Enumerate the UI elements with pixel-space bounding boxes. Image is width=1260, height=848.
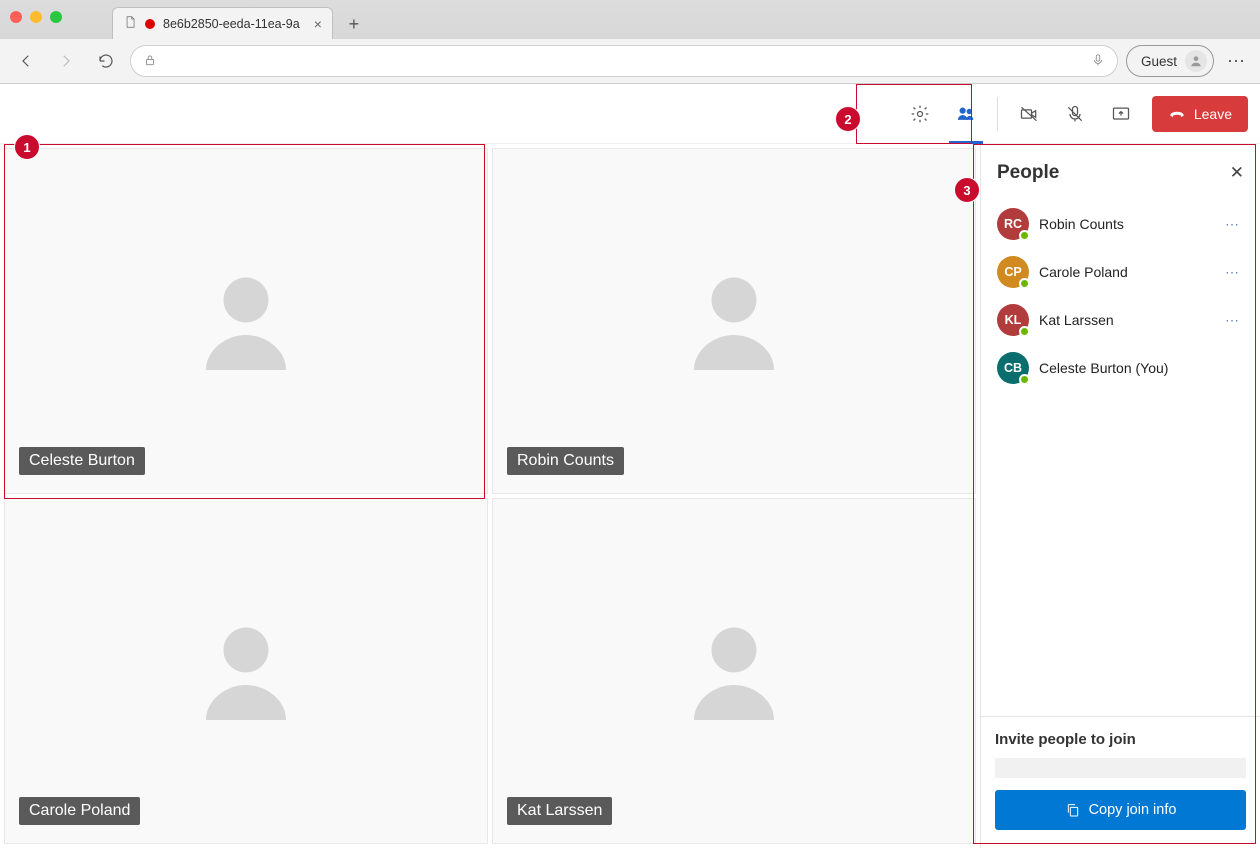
presence-indicator-icon xyxy=(1019,374,1030,385)
avatar-placeholder-icon xyxy=(186,260,306,383)
avatar-placeholder-icon xyxy=(186,610,306,733)
participant-more-button[interactable]: ⋯ xyxy=(1221,312,1244,329)
avatar-placeholder-icon xyxy=(674,260,794,383)
participant-more-button[interactable]: ⋯ xyxy=(1221,264,1244,281)
callout-badge: 1 xyxy=(14,134,40,160)
separator xyxy=(997,97,998,131)
meeting-app: Leave Celeste Burton Robin Counts Car xyxy=(0,84,1260,848)
share-screen-icon xyxy=(1111,104,1131,124)
share-screen-button[interactable] xyxy=(1098,91,1144,137)
avatar-icon xyxy=(1185,50,1207,72)
presence-indicator-icon xyxy=(1019,326,1030,337)
profile-label: Guest xyxy=(1141,54,1177,69)
profile-button[interactable]: Guest xyxy=(1126,45,1214,77)
participant-name: Robin Counts xyxy=(1039,216,1211,232)
participant-avatar: CP xyxy=(997,256,1029,288)
copy-icon xyxy=(1065,802,1081,818)
address-bar[interactable] xyxy=(130,45,1118,77)
callout-badge: 3 xyxy=(954,177,980,203)
participant-name: Celeste Burton (You) xyxy=(1039,360,1244,376)
mic-toggle-button[interactable] xyxy=(1052,91,1098,137)
invite-input[interactable] xyxy=(995,758,1246,778)
recording-indicator-icon xyxy=(145,19,155,29)
participant-name-tag: Robin Counts xyxy=(507,447,624,475)
people-panel-title: People xyxy=(997,162,1059,184)
presence-indicator-icon xyxy=(1019,230,1030,241)
callout-badge: 2 xyxy=(835,106,861,132)
people-list-item[interactable]: RC Robin Counts ⋯ xyxy=(991,200,1250,248)
presence-indicator-icon xyxy=(1019,278,1030,289)
people-panel: People ✕ RC Robin Counts ⋯ CP Carole Poland ⋯… xyxy=(980,144,1260,848)
tab-close-icon[interactable]: × xyxy=(314,16,322,32)
lock-icon xyxy=(143,53,157,70)
participant-name-tag: Carole Poland xyxy=(19,797,140,825)
window-controls[interactable] xyxy=(10,11,62,23)
people-icon xyxy=(956,104,976,124)
leave-button[interactable]: Leave xyxy=(1152,96,1248,132)
settings-button[interactable] xyxy=(897,91,943,137)
people-list-item[interactable]: KL Kat Larssen ⋯ xyxy=(991,296,1250,344)
leave-label: Leave xyxy=(1194,106,1232,122)
gear-icon xyxy=(910,104,930,124)
browser-titlebar: 8e6b2850-eeda-11ea-9a × + xyxy=(0,0,1260,39)
people-button[interactable] xyxy=(943,91,989,137)
meeting-topbar: Leave xyxy=(0,84,1260,144)
hangup-icon xyxy=(1168,105,1186,123)
people-list-item[interactable]: CB Celeste Burton (You) xyxy=(991,344,1250,392)
back-button[interactable] xyxy=(10,45,42,77)
video-tile[interactable]: Carole Poland xyxy=(4,498,488,844)
new-tab-button[interactable]: + xyxy=(339,9,369,39)
maximize-window-icon[interactable] xyxy=(50,11,62,23)
topbar-group-panels xyxy=(897,91,989,137)
copy-join-info-label: Copy join info xyxy=(1089,802,1177,818)
participant-name: Carole Poland xyxy=(1039,264,1211,280)
people-list: RC Robin Counts ⋯ CP Carole Poland ⋯ KL Kat Lar… xyxy=(981,196,1260,716)
avatar-placeholder-icon xyxy=(674,610,794,733)
invite-title: Invite people to join xyxy=(995,731,1246,748)
camera-off-icon xyxy=(1019,104,1039,124)
microphone-icon[interactable] xyxy=(1091,53,1105,70)
topbar-group-av xyxy=(1006,91,1144,137)
browser-menu-button[interactable]: ⋯ xyxy=(1222,51,1250,72)
browser-tab[interactable]: 8e6b2850-eeda-11ea-9a × xyxy=(112,7,333,39)
participant-name: Kat Larssen xyxy=(1039,312,1211,328)
participant-avatar: KL xyxy=(997,304,1029,336)
video-tile[interactable]: Kat Larssen xyxy=(492,498,976,844)
tab-title: 8e6b2850-eeda-11ea-9a xyxy=(163,17,300,31)
forward-button[interactable] xyxy=(50,45,82,77)
mic-off-icon xyxy=(1065,104,1085,124)
close-panel-button[interactable]: ✕ xyxy=(1230,163,1244,183)
browser-toolbar: Guest ⋯ xyxy=(0,39,1260,83)
camera-toggle-button[interactable] xyxy=(1006,91,1052,137)
people-list-item[interactable]: CP Carole Poland ⋯ xyxy=(991,248,1250,296)
address-input[interactable] xyxy=(167,54,1081,69)
video-tile[interactable]: Robin Counts xyxy=(492,148,976,494)
document-icon xyxy=(123,15,137,32)
participant-avatar: RC xyxy=(997,208,1029,240)
close-window-icon[interactable] xyxy=(10,11,22,23)
participant-name-tag: Kat Larssen xyxy=(507,797,612,825)
browser-chrome: 8e6b2850-eeda-11ea-9a × + Guest xyxy=(0,0,1260,84)
participant-avatar: CB xyxy=(997,352,1029,384)
participant-name-tag: Celeste Burton xyxy=(19,447,145,475)
copy-join-info-button[interactable]: Copy join info xyxy=(995,790,1246,830)
video-tile[interactable]: Celeste Burton xyxy=(4,148,488,494)
reload-button[interactable] xyxy=(90,45,122,77)
participant-more-button[interactable]: ⋯ xyxy=(1221,216,1244,233)
video-grid: Celeste Burton Robin Counts Carole Polan… xyxy=(0,144,980,848)
minimize-window-icon[interactable] xyxy=(30,11,42,23)
